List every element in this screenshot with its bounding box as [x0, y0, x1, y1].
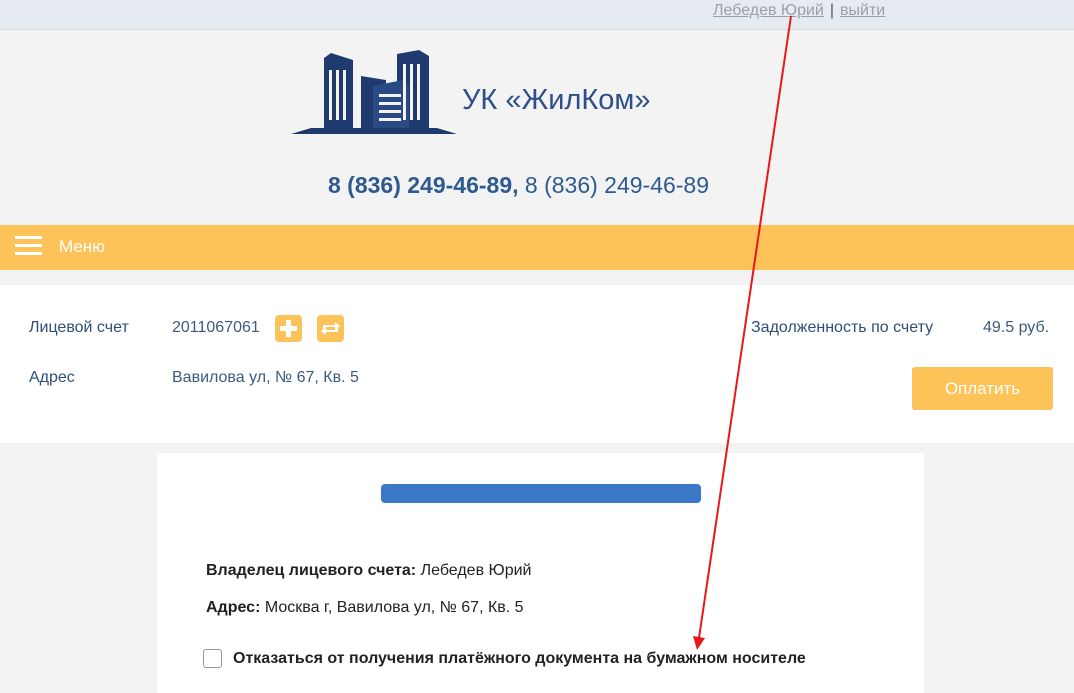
annotation-arrow: [693, 15, 792, 650]
